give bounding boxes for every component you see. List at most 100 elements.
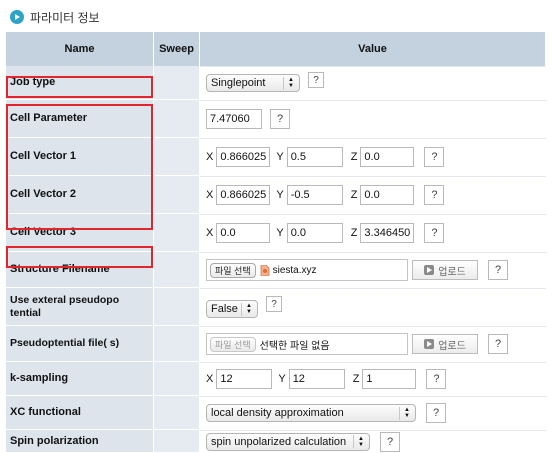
- sweep-cell: [154, 288, 200, 325]
- z-label: Z: [350, 151, 358, 163]
- structure-filename-help-button[interactable]: ?: [488, 260, 508, 280]
- section-title: 파라미터 정보: [30, 10, 100, 25]
- k-sampling-z-input[interactable]: 1: [362, 369, 417, 389]
- upload-icon: [424, 339, 435, 349]
- sweep-cell: [154, 396, 200, 429]
- value-cell: Singlepoint ▲ ▼ ?: [200, 66, 546, 99]
- stepper-arrows-icon: ▲ ▼: [241, 302, 253, 316]
- y-label: Y: [276, 189, 284, 201]
- z-label: Z: [350, 227, 358, 239]
- table-row: Structure Filename 파일 선택 siesta.xyz 업로드 …: [6, 252, 546, 288]
- k-sampling-y-input[interactable]: 12: [288, 369, 345, 389]
- value-cell: X 0.866025 Y 0.5 Z 0.0 ?: [200, 138, 546, 175]
- file-icon: [260, 264, 270, 276]
- structure-file-choose-button[interactable]: 파일 선택: [210, 262, 256, 278]
- sweep-cell: [154, 430, 200, 452]
- cell-parameter-help-button[interactable]: ?: [270, 109, 290, 129]
- stepper-arrows-icon: ▲ ▼: [399, 406, 411, 420]
- value-cell: 파일 선택 siesta.xyz 업로드 ?: [200, 252, 546, 287]
- spin-polarization-help-button[interactable]: ?: [380, 431, 400, 452]
- y-label: Y: [276, 227, 284, 239]
- table-row: Pseudoptential file( s) 파일 선택 선택한 파일 없음 …: [6, 326, 546, 362]
- row-label: XC functional: [6, 396, 154, 429]
- cell-parameter-input[interactable]: 7.47060: [206, 109, 262, 129]
- value-cell: local density approximation ▲ ▼ ?: [200, 396, 546, 429]
- cell-vector-1-y-input[interactable]: 0.5: [286, 147, 343, 167]
- cell-vector-1-help-button[interactable]: ?: [424, 147, 445, 167]
- table-row: Job type Singlepoint ▲ ▼ ?: [6, 66, 546, 100]
- row-label: Cell Parameter: [6, 100, 154, 137]
- spin-polarization-select[interactable]: spin unpolarized calculation ▲ ▼: [206, 432, 370, 451]
- y-label: Y: [276, 151, 284, 163]
- job-type-help-button[interactable]: ?: [308, 72, 324, 88]
- cell-vector-2-x-input[interactable]: 0.866025: [216, 185, 271, 205]
- upload-icon: [424, 265, 435, 275]
- row-label: Cell Vector 1: [6, 138, 154, 175]
- xc-functional-select[interactable]: local density approximation ▲ ▼: [206, 404, 416, 422]
- k-sampling-help-button[interactable]: ?: [426, 369, 447, 389]
- pseudopotential-upload-button[interactable]: 업로드: [412, 334, 478, 354]
- k-sampling-x-input[interactable]: 12: [216, 369, 273, 389]
- table-row: Cell Vector 1 X 0.866025 Y 0.5 Z 0.0 ?: [6, 138, 546, 176]
- structure-file-input[interactable]: 파일 선택 siesta.xyz: [206, 259, 408, 281]
- cell-vector-2-z-input[interactable]: 0.0: [360, 185, 415, 205]
- value-cell: X 0.866025 Y -0.5 Z 0.0 ?: [200, 176, 546, 213]
- x-label: X: [206, 151, 214, 163]
- value-cell: False ▲ ▼ ?: [200, 288, 546, 325]
- use-external-select-value: False: [211, 303, 238, 315]
- y-label: Y: [278, 373, 286, 385]
- sweep-cell: [154, 66, 200, 99]
- row-label: Pseudoptential file( s): [6, 326, 154, 361]
- row-label: Structure Filename: [6, 252, 154, 287]
- sweep-cell: [154, 214, 200, 251]
- job-type-select[interactable]: Singlepoint ▲ ▼: [206, 74, 300, 92]
- value-cell: X 12 Y 12 Z 1 ?: [200, 362, 546, 395]
- z-label: Z: [352, 373, 360, 385]
- table-row: Cell Vector 2 X 0.866025 Y -0.5 Z 0.0 ?: [6, 176, 546, 214]
- pseudopotential-help-button[interactable]: ?: [488, 334, 508, 354]
- table-row: XC functional local density approximatio…: [6, 396, 546, 430]
- row-label: Cell Vector 3: [6, 214, 154, 251]
- job-type-select-value: Singlepoint: [211, 77, 266, 89]
- cell-vector-2-y-input[interactable]: -0.5: [286, 185, 343, 205]
- row-label: Use exteral pseudopo tential: [6, 288, 154, 325]
- sweep-cell: [154, 252, 200, 287]
- xc-functional-help-button[interactable]: ?: [426, 403, 446, 423]
- table-row: Cell Parameter 7.47060 ?: [6, 100, 546, 138]
- cell-vector-2-help-button[interactable]: ?: [424, 185, 445, 205]
- row-label: Job type: [6, 66, 154, 99]
- structure-upload-button[interactable]: 업로드: [412, 260, 478, 280]
- stepper-arrows-icon: ▲ ▼: [353, 435, 365, 448]
- sweep-cell: [154, 326, 200, 361]
- cell-vector-3-y-input[interactable]: 0.0: [286, 223, 343, 243]
- cell-vector-1-z-input[interactable]: 0.0: [360, 147, 415, 167]
- stepper-arrows-icon: ▲ ▼: [283, 76, 295, 90]
- play-circle-icon: [10, 10, 24, 24]
- cell-vector-3-help-button[interactable]: ?: [424, 223, 445, 243]
- parameter-table: Name Sweep Value Job type Singlepoint ▲ ▼…: [6, 32, 546, 452]
- spin-polarization-select-value: spin unpolarized calculation: [211, 435, 347, 448]
- row-label: Cell Vector 2: [6, 176, 154, 213]
- pseudopotential-file-name: 선택한 파일 없음: [259, 340, 330, 352]
- pseudopotential-file-input[interactable]: 파일 선택 선택한 파일 없음: [206, 333, 408, 355]
- cell-vector-3-z-input[interactable]: 3.346450: [360, 223, 415, 243]
- section-header: 파라미터 정보: [10, 8, 100, 26]
- use-external-help-button[interactable]: ?: [266, 296, 282, 312]
- value-cell: X 0.0 Y 0.0 Z 3.346450 ?: [200, 214, 546, 251]
- pseudopotential-file-choose-button[interactable]: 파일 선택: [210, 336, 256, 352]
- x-label: X: [206, 189, 214, 201]
- cell-vector-3-x-input[interactable]: 0.0: [216, 223, 271, 243]
- x-label: X: [206, 227, 214, 239]
- structure-upload-label: 업로드: [438, 266, 466, 278]
- sweep-cell: [154, 138, 200, 175]
- use-external-select[interactable]: False ▲ ▼: [206, 300, 258, 318]
- column-header-sweep: Sweep: [154, 32, 200, 66]
- value-cell: 7.47060 ?: [200, 100, 546, 137]
- value-cell: spin unpolarized calculation ▲ ▼ ?: [200, 430, 546, 452]
- z-label: Z: [350, 189, 358, 201]
- table-row: Use exteral pseudopo tential False ▲ ▼ ?: [6, 288, 546, 326]
- sweep-cell: [154, 176, 200, 213]
- cell-vector-1-x-input[interactable]: 0.866025: [216, 147, 271, 167]
- table-row: Cell Vector 3 X 0.0 Y 0.0 Z 3.346450 ?: [6, 214, 546, 252]
- sweep-cell: [154, 362, 200, 395]
